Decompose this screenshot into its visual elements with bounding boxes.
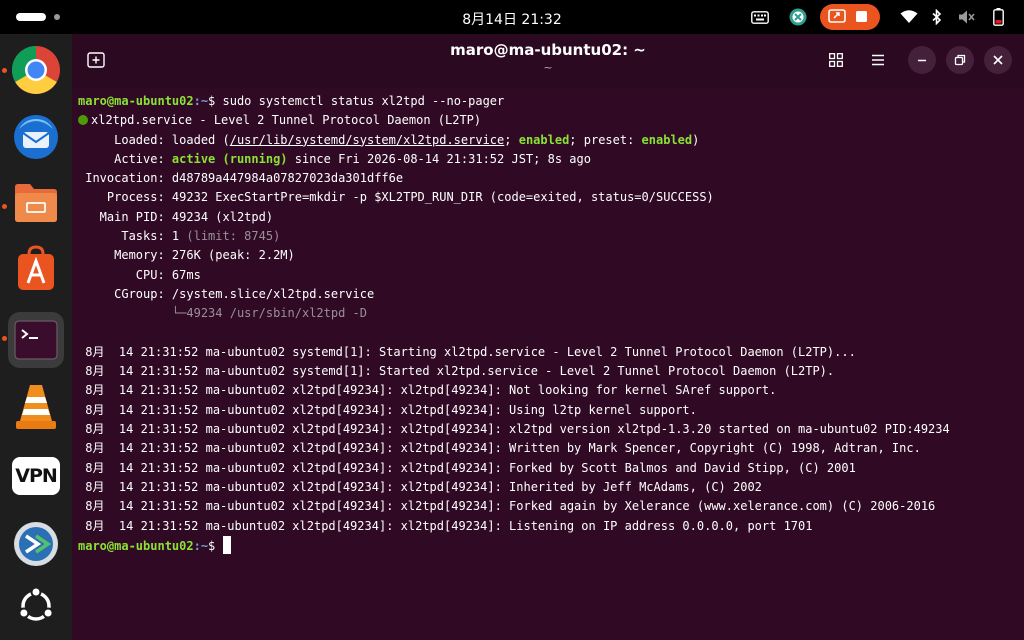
clock-label[interactable]: 8月14日 21:32 [462, 12, 562, 28]
top-bar: 8月14日 21:32 [0, 0, 1024, 34]
memory-line: Memory: 276K (peak: 2.2M) [78, 248, 295, 263]
bluetooth-icon[interactable] [928, 7, 946, 27]
workspace-dot[interactable] [54, 14, 60, 20]
tasks-limit: (limit: 8745) [186, 229, 281, 244]
screencast-icon[interactable] [820, 4, 880, 30]
invocation-line: Invocation: d48789a447984a07827023da301d… [78, 171, 404, 186]
cgroup-child-line: └─49234 /usr/sbin/xl2tpd -D [78, 306, 367, 321]
running-indicator [2, 336, 7, 341]
wifi-icon[interactable] [898, 7, 920, 27]
loaded-line: Loaded: loaded (/usr/lib/systemd/system/… [78, 131, 1018, 150]
vlc-icon [16, 385, 56, 429]
log-line: 8月 14 21:31:52 ma-ubuntu02 xl2tpd[49234]… [78, 460, 856, 475]
command-text: sudo systemctl status xl2tpd --no-pager [222, 94, 505, 108]
service-line: xl2tpd.service - Level 2 Tunnel Protocol… [78, 111, 1018, 130]
ubuntu-logo-icon [18, 586, 54, 621]
loaded-post: ) [692, 132, 700, 147]
process-line: Process: 49232 ExecStartPre=mkdir -p $XL… [78, 190, 714, 205]
running-indicator [2, 68, 7, 73]
log-line: 8月 14 21:31:52 ma-ubuntu02 systemd[1]: S… [78, 344, 856, 359]
prompt-sigil: $ [208, 538, 223, 553]
unit-file-link[interactable]: /usr/lib/systemd/system/xl2tpd.service [230, 133, 505, 147]
dock: VPN [0, 34, 72, 640]
log-line: 8月 14 21:31:52 ma-ubuntu02 xl2tpd[49234]… [78, 422, 950, 437]
active-label: Active: [78, 151, 172, 166]
preset-state: enabled [641, 132, 693, 147]
active-since: since Fri 2026-08-14 21:31:52 JST; 8s ag… [287, 151, 591, 166]
app-indicator-icon[interactable] [786, 7, 810, 27]
prompt-sigil: $ [208, 94, 223, 108]
dock-item-app-center[interactable] [8, 240, 64, 296]
log-line: 8月 14 21:31:52 ma-ubuntu02 xl2tpd[49234]… [78, 383, 777, 398]
minimize-icon[interactable] [908, 46, 936, 74]
restore-icon[interactable] [946, 46, 974, 74]
loaded-label: Loaded: [78, 132, 172, 147]
hamburger-menu-icon[interactable] [864, 46, 892, 74]
dock-item-vpn[interactable]: VPN [8, 448, 64, 504]
tasks-line: Tasks: 1 (limit: 8745) [78, 227, 1018, 246]
chrome-icon [11, 45, 60, 95]
current-prompt-line[interactable]: maro@ma-ubuntu02:~$ [78, 535, 1018, 555]
remmina-icon [14, 522, 58, 566]
app-center-icon [18, 245, 54, 290]
vpn-icon: VPN [12, 457, 60, 495]
enabled-state: enabled [518, 132, 570, 147]
log-line: 8月 14 21:31:52 ma-ubuntu02 xl2tpd[49234]… [78, 402, 697, 417]
log-line: 8月 14 21:31:52 ma-ubuntu02 xl2tpd[49234]… [78, 441, 921, 456]
command-line: maro@ma-ubuntu02:~$ sudo systemctl statu… [78, 92, 1018, 111]
terminal-window: maro@ma-ubuntu02: ~ ~ maro@ma-ubuntu02:~… [72, 34, 1024, 640]
loaded-pre: loaded ( [171, 132, 230, 147]
service-text: xl2tpd.service - Level 2 Tunnel Protocol… [91, 113, 482, 128]
loaded-sep: ; [504, 132, 519, 147]
active-line: Active: active (running) since Fri 2026-… [78, 150, 1018, 169]
battery-icon[interactable] [990, 7, 1006, 27]
prompt-path: :~ [193, 94, 209, 108]
close-icon[interactable] [984, 46, 1012, 74]
dock-item-files[interactable] [8, 174, 64, 230]
activities-indicator[interactable] [16, 13, 46, 21]
running-indicator [2, 204, 7, 209]
prompt-user: maro@ma-ubuntu02 [78, 94, 194, 108]
log-line: 8月 14 21:31:52 ma-ubuntu02 xl2tpd[49234]… [78, 479, 762, 494]
tasks-label: Tasks: 1 [78, 229, 187, 244]
terminal-output[interactable]: maro@ma-ubuntu02:~$ sudo systemctl statu… [78, 92, 1018, 555]
dock-item-thunderbird[interactable] [8, 108, 64, 164]
preset-label: ; preset: [569, 132, 642, 147]
log-line: 8月 14 21:31:52 ma-ubuntu02 xl2tpd[49234]… [78, 518, 813, 533]
files-icon [15, 184, 57, 222]
keyboard-icon[interactable] [748, 7, 772, 27]
volume-muted-icon[interactable] [956, 7, 978, 27]
active-state: active (running) [171, 151, 288, 166]
prompt-path: :~ [193, 538, 209, 553]
cgroup-line: CGroup: /system.slice/xl2tpd.service [78, 286, 375, 301]
log-line: 8月 14 21:31:52 ma-ubuntu02 xl2tpd[49234]… [78, 499, 936, 514]
text-cursor[interactable] [222, 535, 231, 554]
thunderbird-icon [14, 115, 58, 159]
dock-item-vlc[interactable] [8, 378, 64, 434]
dock-item-terminal[interactable] [8, 312, 64, 368]
dock-item-chrome[interactable] [8, 42, 64, 98]
vpn-label: VPN [15, 465, 58, 487]
log-line: 8月 14 21:31:52 ma-ubuntu02 systemd[1]: S… [78, 364, 835, 379]
tab-overview-icon[interactable] [822, 46, 850, 74]
main-pid-line: Main PID: 49234 (xl2tpd) [78, 209, 274, 224]
active-status-dot-icon [78, 115, 88, 126]
dock-item-show-apps[interactable] [8, 578, 64, 634]
cpu-line: CPU: 67ms [78, 267, 201, 282]
terminal-icon [14, 320, 58, 360]
dock-item-remmina[interactable] [8, 516, 64, 572]
title-bar[interactable]: maro@ma-ubuntu02: ~ ~ [72, 34, 1024, 88]
prompt-user: maro@ma-ubuntu02 [78, 538, 194, 553]
